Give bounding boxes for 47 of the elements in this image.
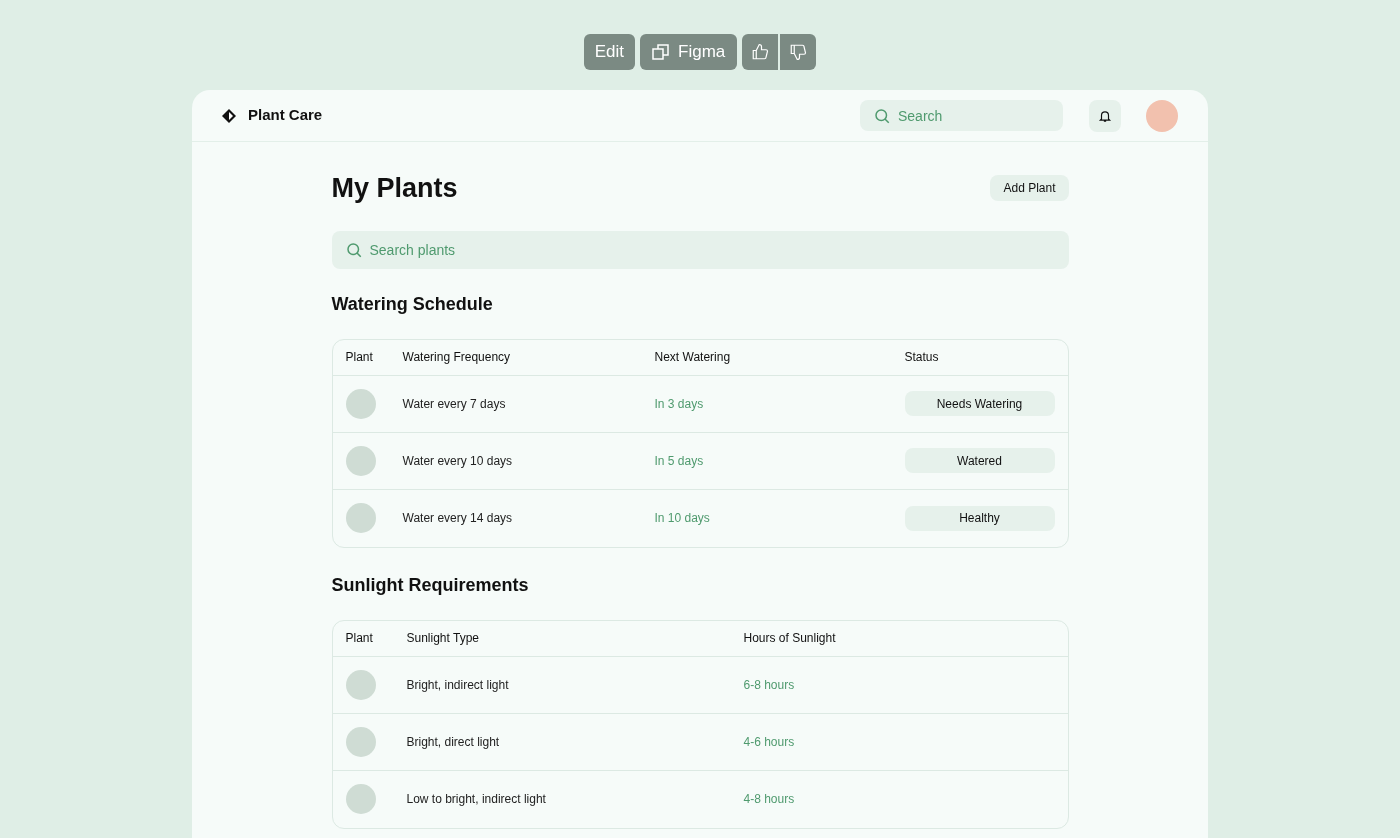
logo-icon — [222, 108, 236, 123]
search-icon — [873, 107, 891, 125]
status-badge: Healthy — [904, 505, 1055, 531]
sunlight-type-cell-text: Bright, indirect light — [406, 676, 509, 694]
column-header: Status — [904, 349, 939, 366]
status-badge: Needs Watering — [904, 391, 1055, 416]
photo-placeholder — [345, 503, 376, 533]
search-icon — [344, 240, 363, 259]
notifications-button[interactable] — [1089, 99, 1121, 132]
search-field[interactable]: Search — [860, 100, 1063, 131]
next-watering-cell-text: In 5 days — [654, 452, 704, 470]
sunlight-type-cell-text: Low to bright, indirect light — [406, 791, 546, 808]
photo-placeholder — [345, 726, 376, 757]
figma-button[interactable]: Figma — [640, 34, 738, 70]
sunlight-hours-cell-text: 6-8 hours — [743, 676, 795, 694]
page-title: My Plants — [331, 172, 458, 205]
frequency-cell-text: Water every 7 days — [402, 395, 506, 413]
photo-placeholder — [345, 784, 376, 814]
next-watering-cell-text: In 10 days — [654, 510, 710, 527]
brand-name: Plant Care — [248, 105, 323, 126]
add-plant-button[interactable]: Add Plant — [990, 175, 1069, 202]
photo-placeholder — [345, 445, 376, 476]
status-badge: Watered — [904, 448, 1055, 473]
frequency-cell-text: Water every 14 days — [402, 510, 513, 527]
thumbs-down-icon — [789, 43, 808, 61]
sunlight-type-cell-text: Bright, direct light — [406, 733, 500, 751]
section-title: Sunlight Requirements — [331, 573, 530, 597]
column-header: Hours of Sunlight — [743, 630, 836, 647]
column-header: Watering Frequency — [402, 349, 511, 366]
edit-button[interactable]: Edit — [583, 34, 636, 70]
column-header: Plant — [345, 630, 373, 647]
thumbs-up-button[interactable] — [742, 34, 779, 70]
plant-search-field[interactable]: Search plants — [331, 230, 1069, 269]
sunlight-hours-cell-text: 4-6 hours — [743, 733, 795, 751]
column-header: Sunlight Type — [406, 630, 479, 647]
column-header: Plant — [345, 349, 373, 366]
section-title: Watering Schedule — [331, 292, 494, 316]
copy-icon — [652, 43, 671, 61]
photo-placeholder — [345, 669, 376, 700]
column-header: Next Watering — [654, 349, 731, 366]
thumbs-down-button[interactable] — [780, 34, 817, 70]
photo-placeholder — [345, 388, 376, 419]
frequency-cell-text: Water every 10 days — [402, 452, 513, 470]
next-watering-cell-text: In 3 days — [654, 395, 704, 413]
bell-icon — [1098, 108, 1112, 123]
thumbs-up-icon — [751, 43, 770, 61]
sunlight-hours-cell-text: 4-8 hours — [743, 791, 795, 808]
